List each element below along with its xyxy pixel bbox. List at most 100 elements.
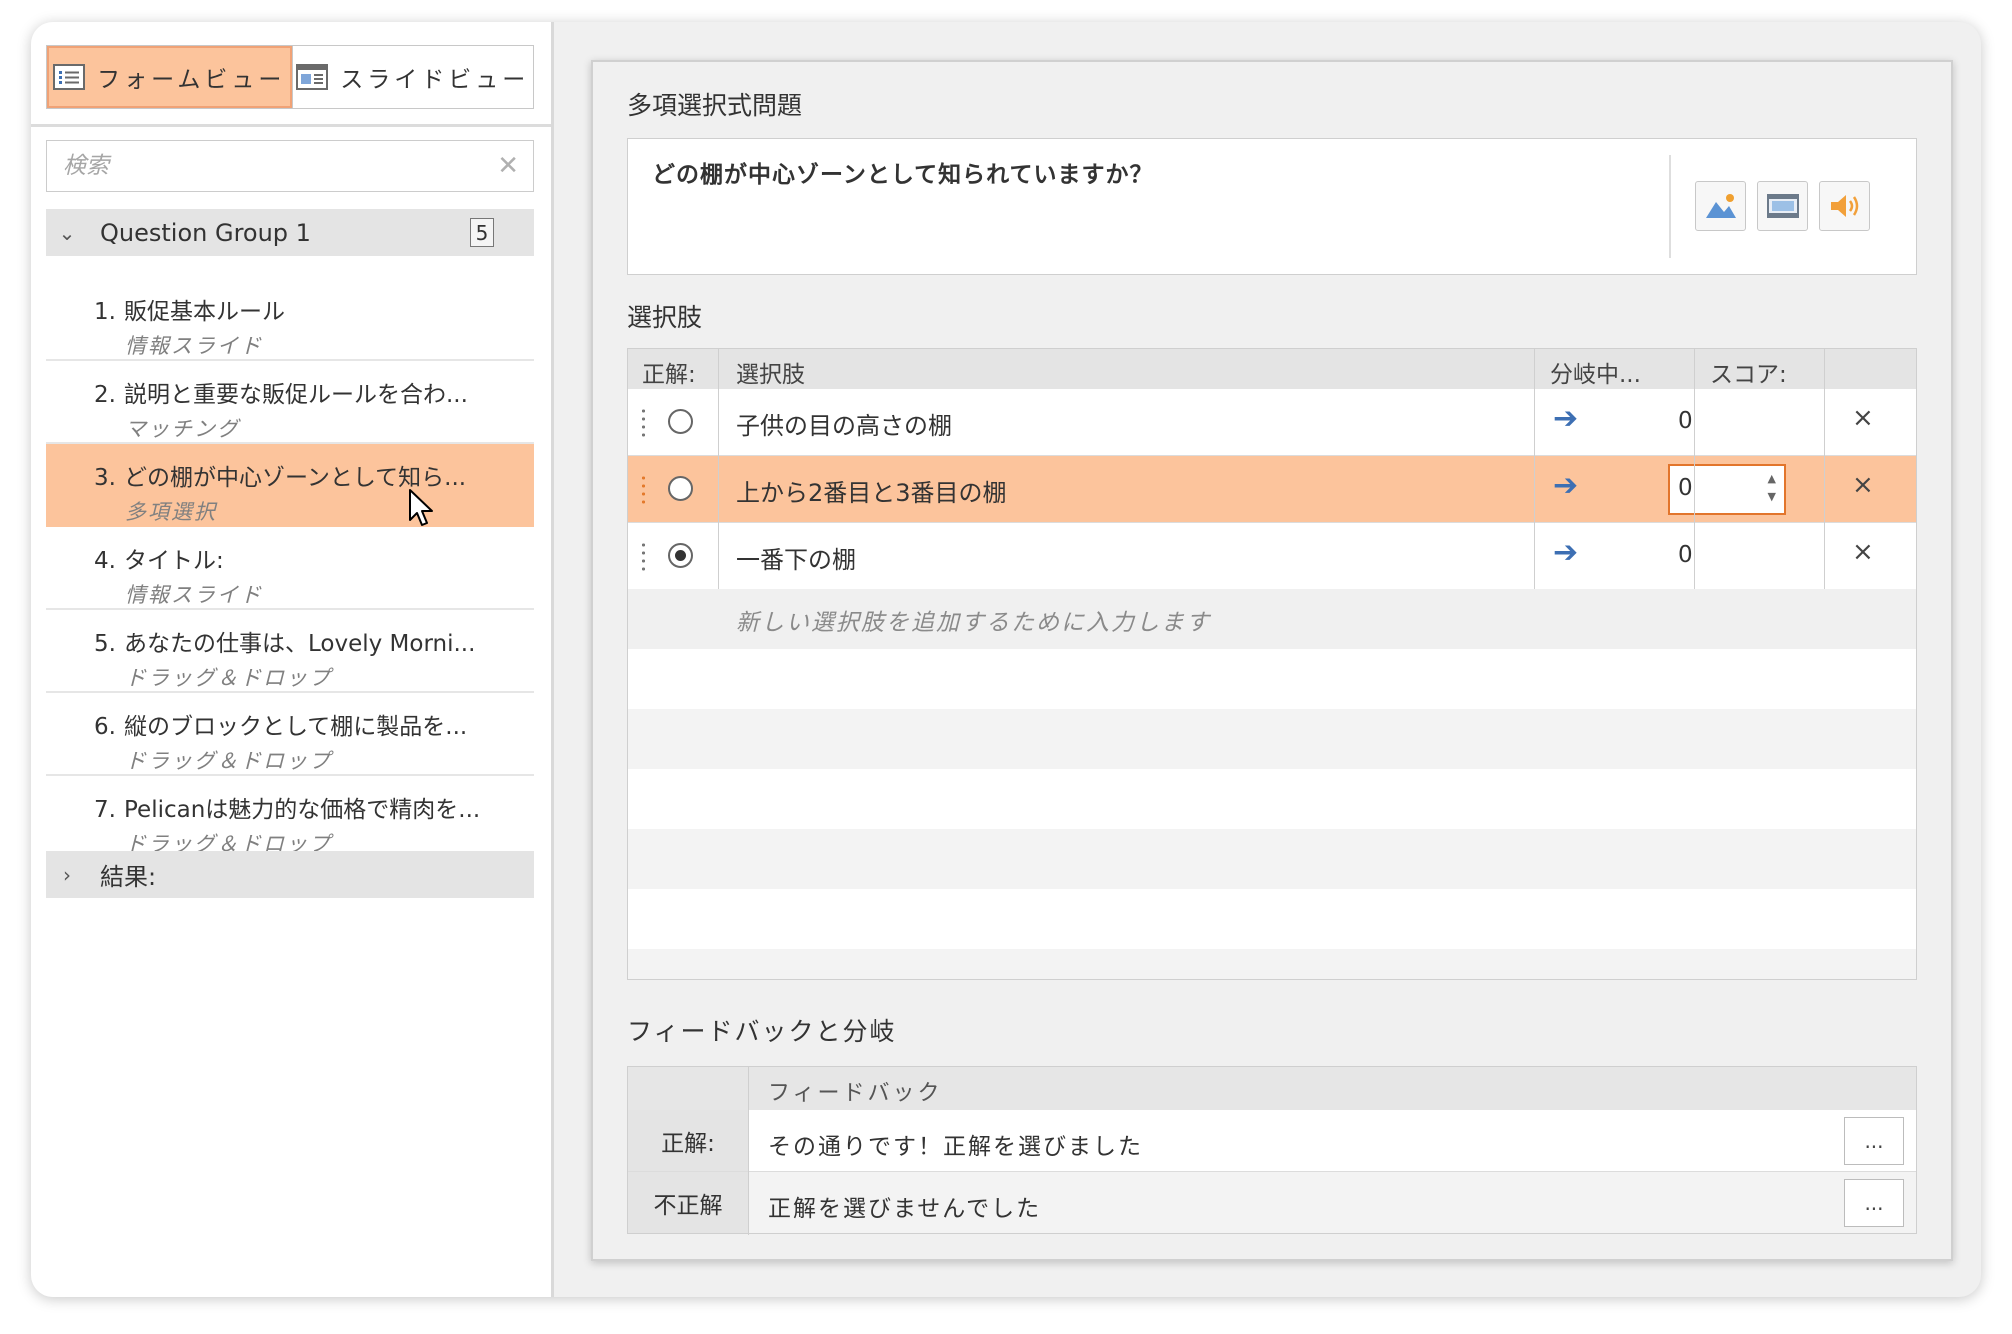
question-item[interactable]: 5. あなたの仕事は、Lovely Morni... ドラッグ＆ドロップ — [46, 610, 534, 693]
score-input[interactable]: 0 ▲ ▼ — [1668, 464, 1786, 515]
feedback-header-label: フィードバック — [768, 1081, 943, 1106]
question-number: 6. — [94, 714, 116, 740]
column-divider — [1534, 349, 1535, 589]
question-number: 2. — [94, 382, 116, 408]
feedback-label: 正解: — [628, 1110, 748, 1171]
feedback-table: フィードバック 正解: その通りです！正解を選びました ... 不正解 正解を選… — [627, 1066, 1917, 1235]
search-box: ✕ — [46, 140, 534, 192]
question-list: 1. 販促基本ルール 情報スライド 2. 説明と重要な販促ルールを合わ... マッチ… — [46, 278, 534, 859]
question-item[interactable]: 4. タイトル: 情報スライド — [46, 527, 534, 610]
question-number: 1. — [94, 299, 116, 325]
slide-view-button[interactable]: スライドビュー — [291, 46, 533, 108]
column-divider — [1824, 349, 1825, 589]
results-title: 結果: — [100, 863, 157, 891]
feedback-text[interactable]: 正解を選びませんでした — [768, 1189, 1041, 1223]
question-text-box[interactable]: どの棚が中心ゾーンとして知られていますか？ — [627, 138, 1917, 275]
slide-view-icon — [296, 64, 329, 90]
question-sidebar: フォームビュー スライドビュー ✕ ⌄ Question Group 1 5 — [31, 22, 554, 1297]
form-view-icon — [53, 64, 86, 90]
choice-text[interactable]: 上から2番目と3番目の棚 — [736, 473, 1007, 508]
question-title: タイトル: — [124, 548, 224, 574]
score-input-value: 0 — [1678, 475, 1693, 501]
correct-radio-checked[interactable] — [668, 543, 693, 568]
column-divider — [748, 1067, 749, 1235]
chevron-right-icon[interactable]: › — [56, 863, 78, 887]
question-group-header[interactable]: ⌄ Question Group 1 5 — [46, 209, 534, 256]
choice-row[interactable]: 子供の目の高さの棚 ➔ 0 × — [628, 389, 1916, 455]
insert-audio-button[interactable] — [1819, 181, 1870, 231]
question-title: 販促基本ルール — [124, 299, 285, 325]
drag-handle[interactable] — [642, 474, 645, 504]
score-spinner-icon[interactable]: ▲ ▼ — [1768, 470, 1776, 506]
header-choice: 選択肢 — [736, 362, 805, 388]
delete-choice-icon[interactable]: × — [1852, 403, 1874, 433]
feedback-more-button[interactable]: ... — [1844, 1117, 1904, 1165]
correct-radio[interactable] — [668, 476, 693, 501]
feedback-text[interactable]: その通りです！正解を選びました — [768, 1127, 1143, 1161]
add-choice-placeholder: 新しい選択肢を追加するために入力します — [736, 610, 1211, 636]
choice-text[interactable]: 子供の目の高さの棚 — [736, 406, 952, 441]
add-choice-row[interactable]: 新しい選択肢を追加するために入力します — [628, 589, 1916, 649]
choice-score[interactable]: 0 — [1678, 408, 1693, 434]
question-type: 多項選択 — [125, 500, 217, 524]
question-item-selected[interactable]: 3. どの棚が中心ゾーンとして知ら... 多項選択 — [46, 444, 534, 527]
choices-table: 正解: 選択肢 分岐中... スコア: 子供の目の高さの棚 ➔ 0 × 上から2… — [627, 348, 1917, 980]
correct-radio[interactable] — [668, 409, 693, 434]
sidebar-divider — [31, 124, 551, 127]
group-title: Question Group 1 — [100, 218, 311, 247]
form-view-button[interactable]: フォームビュー — [47, 46, 292, 108]
image-icon — [1705, 194, 1736, 218]
feedback-header: フィードバック — [628, 1067, 1916, 1110]
column-divider — [718, 349, 719, 589]
app-window: フォームビュー スライドビュー ✕ ⌄ Question Group 1 5 — [31, 22, 1981, 1297]
chevron-down-icon[interactable]: ⌄ — [56, 221, 78, 245]
branch-arrow-icon[interactable]: ➔ — [1553, 468, 1578, 503]
column-divider — [1694, 349, 1695, 589]
search-input[interactable] — [61, 152, 498, 180]
question-editor: 多項選択式問題 どの棚が中心ゾーンとして知られていますか？ 選択肢 正解: 選択… — [591, 60, 1953, 1261]
question-text[interactable]: どの棚が中心ゾーンとして知られていますか？ — [652, 155, 1153, 189]
insert-image-button[interactable] — [1695, 181, 1746, 231]
question-item[interactable]: 7. Pelicanは魅力的な価格で精肉を... ドラッグ＆ドロップ — [46, 776, 534, 859]
question-number: 3. — [94, 465, 116, 491]
question-type: ドラッグ＆ドロップ — [125, 666, 332, 690]
video-icon — [1766, 194, 1799, 218]
header-branch: 分岐中... — [1550, 362, 1641, 388]
clear-search-icon[interactable]: ✕ — [497, 151, 519, 181]
slide-view-label: スライドビュー — [340, 67, 530, 93]
mouse-cursor-icon — [409, 489, 433, 526]
drag-handle[interactable] — [642, 541, 645, 571]
feedback-label: 不正解 — [628, 1172, 748, 1233]
media-divider — [1669, 155, 1671, 258]
feedback-row-correct: 正解: その通りです！正解を選びました ... — [628, 1110, 1916, 1171]
feedback-section-label: フィードバックと分岐 — [627, 1017, 897, 1046]
question-title: Pelicanは魅力的な価格で精肉を... — [124, 797, 481, 823]
question-item[interactable]: 6. 縦のブロックとして棚に製品を... ドラッグ＆ドロップ — [46, 693, 534, 776]
delete-choice-icon[interactable]: × — [1852, 537, 1874, 567]
question-number: 7. — [94, 797, 116, 823]
choice-text[interactable]: 一番下の棚 — [736, 540, 856, 575]
choice-row-selected[interactable]: 上から2番目と3番目の棚 ➔ 0 ▲ ▼ × — [628, 456, 1916, 522]
delete-choice-icon[interactable]: × — [1852, 470, 1874, 500]
choice-row[interactable]: 一番下の棚 ➔ 0 × — [628, 523, 1916, 589]
feedback-more-button[interactable]: ... — [1844, 1179, 1904, 1227]
view-toggle: フォームビュー スライドビュー — [46, 45, 534, 109]
question-type: マッチング — [125, 417, 240, 441]
insert-video-button[interactable] — [1757, 181, 1808, 231]
question-item[interactable]: 2. 説明と重要な販促ルールを合わ... マッチング — [46, 361, 534, 444]
results-group-header[interactable]: › 結果: — [46, 851, 534, 898]
drag-handle[interactable] — [642, 407, 645, 437]
form-view-label: フォームビュー — [97, 67, 286, 93]
header-correct: 正解: — [642, 362, 696, 388]
question-title: 説明と重要な販促ルールを合わ... — [124, 382, 468, 408]
question-type: 情報スライド — [125, 583, 263, 607]
question-number: 4. — [94, 548, 116, 574]
branch-arrow-icon[interactable]: ➔ — [1553, 401, 1578, 436]
empty-row — [628, 829, 1916, 889]
empty-row — [628, 949, 1916, 979]
choices-header: 正解: 選択肢 分岐中... スコア: — [628, 349, 1916, 389]
branch-arrow-icon[interactable]: ➔ — [1553, 535, 1578, 570]
choice-score[interactable]: 0 — [1678, 542, 1693, 568]
question-item[interactable]: 1. 販促基本ルール 情報スライド — [46, 278, 534, 361]
header-score: スコア: — [1710, 362, 1787, 388]
